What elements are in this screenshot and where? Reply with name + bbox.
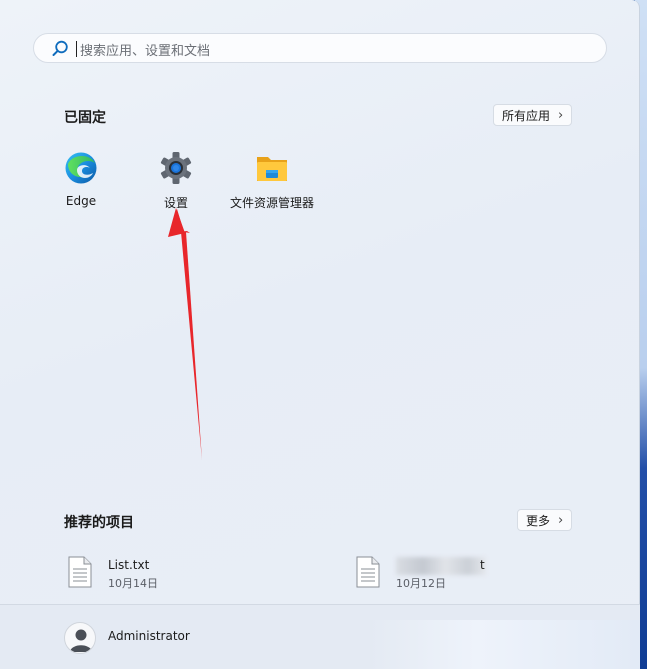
more-button[interactable]: 更多 ›	[517, 509, 573, 531]
search-input[interactable]: 搜索应用、设置和文档	[33, 33, 607, 63]
user-icon	[70, 629, 92, 652]
user-avatar[interactable]	[64, 622, 96, 654]
text-file-icon	[68, 556, 92, 588]
glass-overlay	[368, 620, 640, 669]
start-menu: 搜索应用、设置和文档 已固定 所有应用 › Edge 设置 文件资源管理器 推荐…	[0, 0, 640, 669]
gear-icon	[160, 152, 192, 184]
text-file-icon	[356, 556, 380, 588]
chevron-right-icon: ›	[558, 107, 564, 123]
search-placeholder: 搜索应用、设置和文档	[80, 44, 211, 59]
recommended-item-date: 10月14日	[108, 577, 158, 590]
recommended-item-blurred[interactable]: t 10月12日	[356, 556, 556, 596]
recommended-item-name: List.txt	[108, 558, 150, 572]
pinned-app-file-explorer[interactable]: 文件资源管理器	[224, 151, 320, 221]
recommended-item-name: t	[480, 558, 485, 572]
chevron-right-icon: ›	[558, 512, 564, 528]
recommended-section-title: 推荐的项目	[64, 515, 134, 531]
edge-icon	[65, 152, 97, 184]
user-name[interactable]: Administrator	[108, 629, 190, 643]
search-icon	[52, 40, 68, 56]
recommended-item-date: 10月12日	[396, 577, 446, 590]
more-label: 更多	[526, 513, 551, 528]
recommended-item-list-txt[interactable]: List.txt 10月14日	[68, 556, 268, 596]
app-label-file-explorer: 文件资源管理器	[229, 196, 314, 210]
pinned-section-title: 已固定	[64, 110, 106, 126]
all-apps-label: 所有应用	[502, 108, 551, 123]
redacted-filename	[396, 557, 486, 575]
folder-icon	[257, 157, 287, 181]
text-caret	[76, 41, 77, 57]
all-apps-button[interactable]: 所有应用 ›	[493, 104, 573, 126]
